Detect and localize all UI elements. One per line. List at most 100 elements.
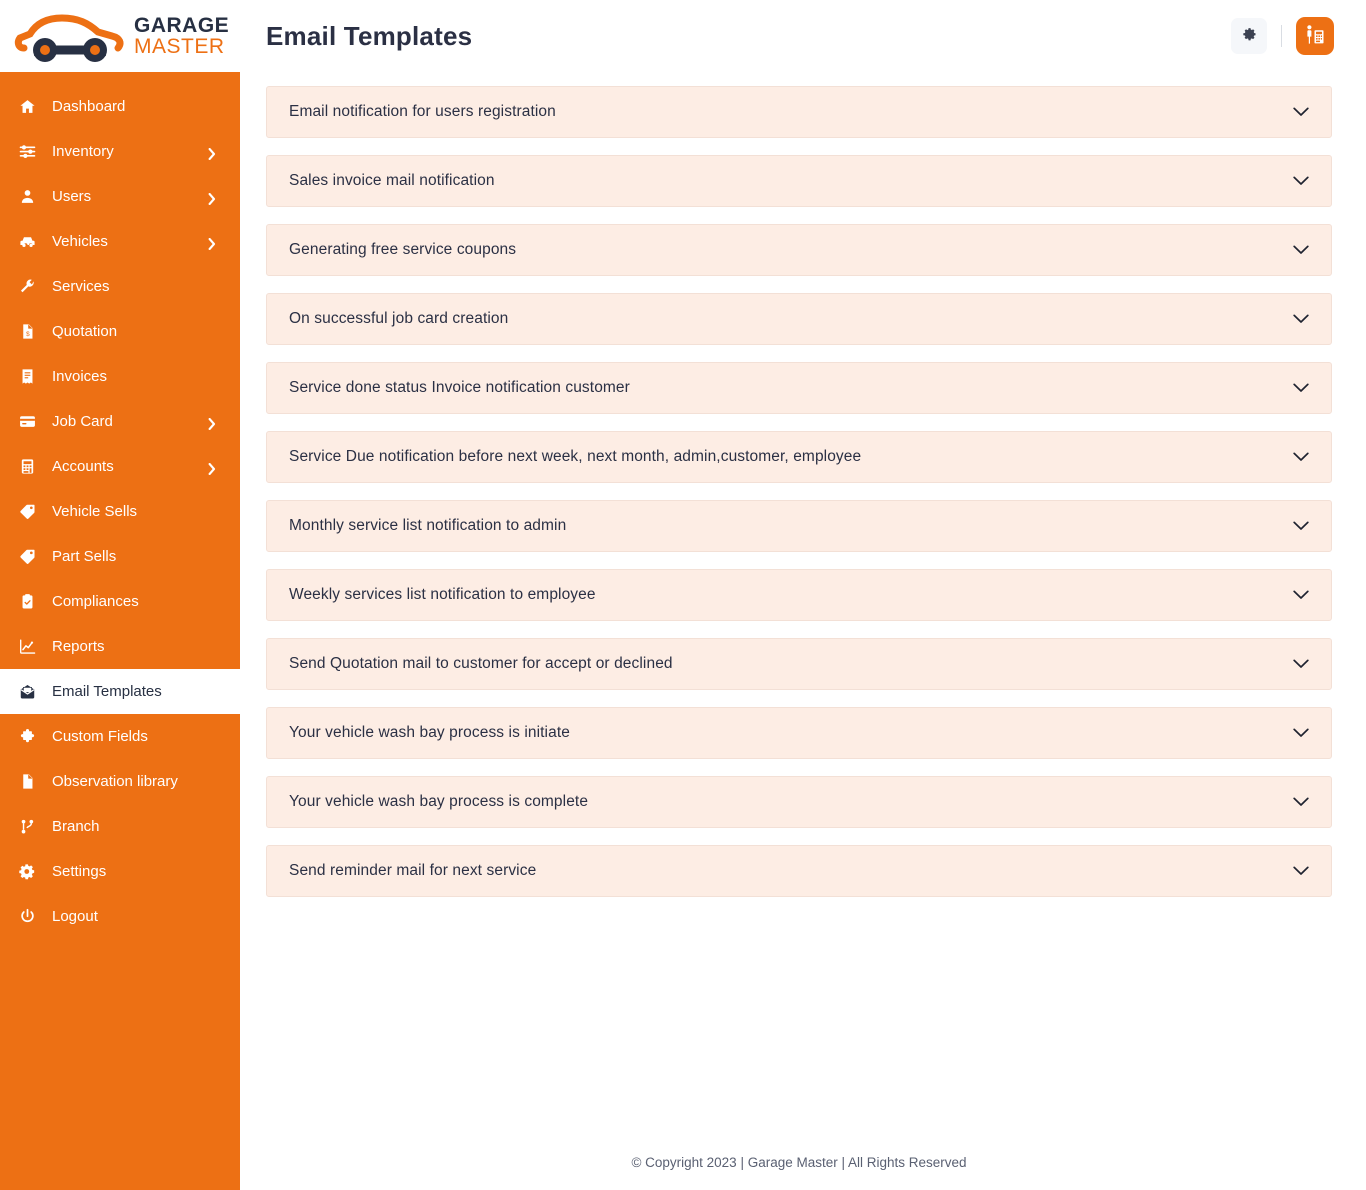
- email-template-row[interactable]: Send reminder mail for next service: [266, 845, 1332, 897]
- chevron-right-icon: [208, 463, 216, 471]
- top-bar: Email Templates: [240, 0, 1366, 72]
- sidebar-item-reports[interactable]: Reports: [0, 624, 240, 669]
- email-template-row[interactable]: Generating free service coupons: [266, 224, 1332, 276]
- sidebar-nav: DashboardInventoryUsersVehiclesServices$…: [0, 72, 240, 939]
- email-template-title: Email notification for users registratio…: [289, 103, 556, 121]
- sidebar-item-branch[interactable]: Branch: [0, 804, 240, 849]
- sidebar-item-custom-fields[interactable]: Custom Fields: [0, 714, 240, 759]
- chevron-down-icon[interactable]: [1293, 173, 1309, 189]
- email-template-row[interactable]: Service Due notification before next wee…: [266, 431, 1332, 483]
- brand-logo[interactable]: GARAGE MASTER: [0, 0, 240, 72]
- sidebar-item-label: Inventory: [52, 143, 114, 160]
- card-icon: [16, 411, 38, 433]
- settings-button[interactable]: [1231, 18, 1267, 54]
- email-template-title: On successful job card creation: [289, 310, 508, 328]
- email-template-row[interactable]: Sales invoice mail notification: [266, 155, 1332, 207]
- sidebar-item-quotation[interactable]: $ Quotation: [0, 309, 240, 354]
- sidebar-item-dashboard[interactable]: Dashboard: [0, 84, 240, 129]
- calculator-icon: [16, 456, 38, 478]
- sidebar-item-services[interactable]: Services: [0, 264, 240, 309]
- sidebar-item-accounts[interactable]: Accounts: [0, 444, 240, 489]
- brand-name-top: GARAGE: [134, 15, 229, 36]
- sidebar-item-vehicles[interactable]: Vehicles: [0, 219, 240, 264]
- chevron-down-icon[interactable]: [1293, 863, 1309, 879]
- chevron-down-icon[interactable]: [1293, 794, 1309, 810]
- content-area: Email notification for users registratio…: [240, 72, 1366, 1190]
- sidebar-item-vehicle-sells[interactable]: Vehicle Sells: [0, 489, 240, 534]
- chevron-down-icon[interactable]: [1293, 242, 1309, 258]
- chevron-down-icon[interactable]: [1293, 518, 1309, 534]
- sidebar-item-label: Job Card: [52, 413, 113, 430]
- chevron-down-icon[interactable]: [1293, 587, 1309, 603]
- email-template-title: Send Quotation mail to customer for acce…: [289, 655, 673, 673]
- main-area: Email Templates: [240, 0, 1366, 1190]
- chevron-right-icon: [208, 418, 216, 426]
- chevron-down-icon[interactable]: [1293, 656, 1309, 672]
- chevron-down-icon[interactable]: [1293, 311, 1309, 327]
- sidebar-item-label: Custom Fields: [52, 728, 148, 745]
- chart-line-icon: [16, 636, 38, 658]
- email-template-row[interactable]: Your vehicle wash bay process is initiat…: [266, 707, 1332, 759]
- chevron-down-icon[interactable]: [1293, 380, 1309, 396]
- sidebar-item-invoices[interactable]: Invoices: [0, 354, 240, 399]
- email-template-title: Send reminder mail for next service: [289, 862, 536, 880]
- document-icon: [16, 771, 38, 793]
- sidebar-item-part-sells[interactable]: Part Sells: [0, 534, 240, 579]
- home-icon: [16, 96, 38, 118]
- sidebar-item-label: Settings: [52, 863, 106, 880]
- svg-text:$: $: [26, 331, 30, 338]
- sidebar-item-compliances[interactable]: Compliances: [0, 579, 240, 624]
- brand-name-bottom: MASTER: [134, 36, 229, 57]
- topbar-actions: [1231, 17, 1334, 55]
- chevron-right-icon: [208, 148, 216, 156]
- email-template-row[interactable]: Your vehicle wash bay process is complet…: [266, 776, 1332, 828]
- email-template-row[interactable]: On successful job card creation: [266, 293, 1332, 345]
- sidebar-item-logout[interactable]: Logout: [0, 894, 240, 939]
- sidebar-item-label: Quotation: [52, 323, 117, 340]
- sidebar-item-email-templates[interactable]: Email Templates: [0, 669, 240, 714]
- sidebar-item-observation-library[interactable]: Observation library: [0, 759, 240, 804]
- chevron-right-icon: [208, 193, 216, 201]
- sidebar-item-label: Part Sells: [52, 548, 116, 565]
- sidebar: GARAGE MASTER DashboardInventoryUsersVeh…: [0, 0, 240, 1190]
- app-root: GARAGE MASTER DashboardInventoryUsersVeh…: [0, 0, 1366, 1190]
- footer-copyright: © Copyright 2023 | Garage Master | All R…: [266, 1137, 1332, 1190]
- gear-icon: [1241, 26, 1258, 46]
- file-dollar-icon: $: [16, 321, 38, 343]
- chevron-down-icon[interactable]: [1293, 104, 1309, 120]
- email-template-title: Service Due notification before next wee…: [289, 448, 861, 466]
- email-template-row[interactable]: Weekly services list notification to emp…: [266, 569, 1332, 621]
- email-template-row[interactable]: Monthly service list notification to adm…: [266, 500, 1332, 552]
- topbar-divider: [1281, 25, 1282, 47]
- sidebar-item-label: Observation library: [52, 773, 178, 790]
- chevron-down-icon[interactable]: [1293, 449, 1309, 465]
- email-template-title: Generating free service coupons: [289, 241, 516, 259]
- mail-open-icon: [16, 681, 38, 703]
- wrench-icon: [16, 276, 38, 298]
- sidebar-item-label: Vehicle Sells: [52, 503, 137, 520]
- sidebar-item-label: Branch: [52, 818, 100, 835]
- email-template-row[interactable]: Send Quotation mail to customer for acce…: [266, 638, 1332, 690]
- branch-icon: [16, 816, 38, 838]
- email-template-row[interactable]: Service done status Invoice notification…: [266, 362, 1332, 414]
- sidebar-item-job-card[interactable]: Job Card: [0, 399, 240, 444]
- sidebar-item-users[interactable]: Users: [0, 174, 240, 219]
- profile-button[interactable]: [1296, 17, 1334, 55]
- power-icon: [16, 906, 38, 928]
- sidebar-item-label: Reports: [52, 638, 105, 655]
- sidebar-item-inventory[interactable]: Inventory: [0, 129, 240, 174]
- email-template-title: Monthly service list notification to adm…: [289, 517, 566, 535]
- sidebar-item-label: Dashboard: [52, 98, 125, 115]
- user-icon: [16, 186, 38, 208]
- sidebar-item-label: Accounts: [52, 458, 114, 475]
- sidebar-item-label: Email Templates: [52, 683, 162, 700]
- email-template-title: Your vehicle wash bay process is initiat…: [289, 724, 570, 742]
- chevron-down-icon[interactable]: [1293, 725, 1309, 741]
- sidebar-item-settings[interactable]: Settings: [0, 849, 240, 894]
- email-template-row[interactable]: Email notification for users registratio…: [266, 86, 1332, 138]
- chevron-right-icon: [208, 238, 216, 246]
- tag-icon: [16, 546, 38, 568]
- car-wrench-logo-icon: [14, 10, 126, 62]
- email-template-title: Your vehicle wash bay process is complet…: [289, 793, 588, 811]
- page-title: Email Templates: [266, 21, 472, 52]
